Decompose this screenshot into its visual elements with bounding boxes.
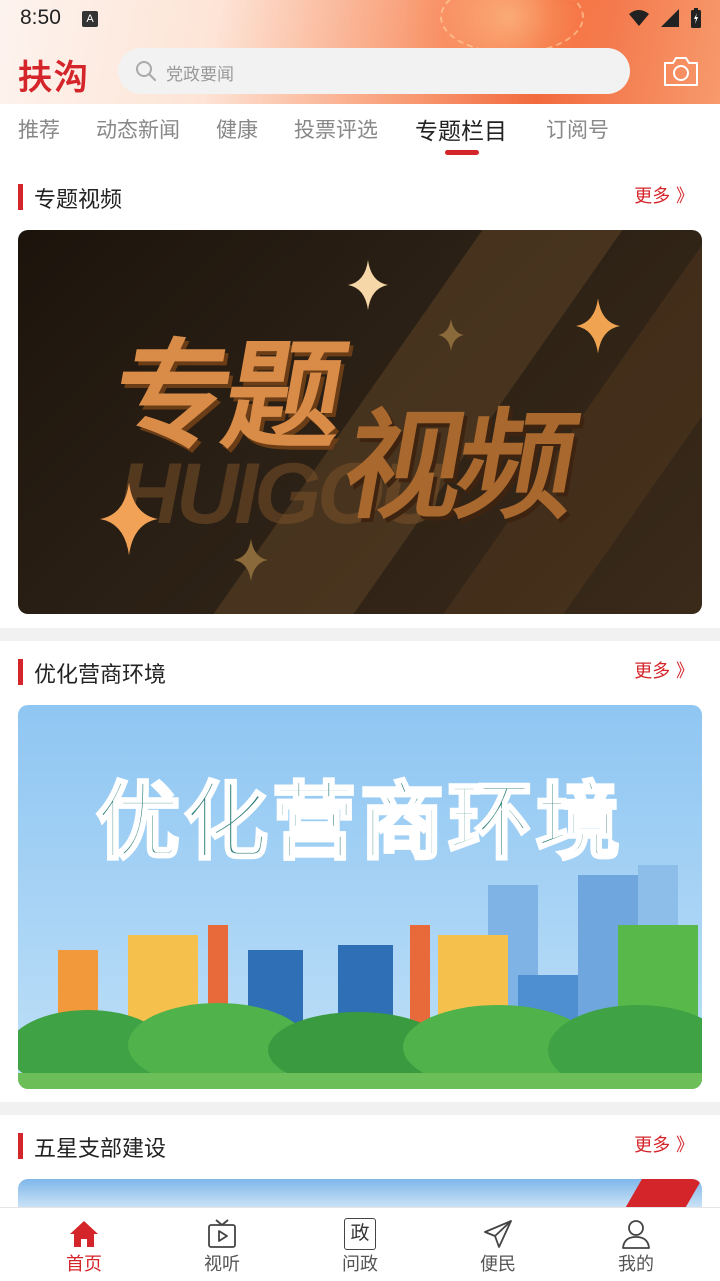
zheng-icon: 政 [344,1218,376,1250]
home-icon [70,1221,98,1247]
battery-icon [691,8,701,28]
tab-subscriptions[interactable]: 订阅号 [546,114,609,144]
tv-icon [208,1219,236,1248]
category-tabs: 推荐 动态新闻 健康 投票评选 专题栏目 订阅号 [0,104,720,167]
section-header: 五星支部建设 更多 》 [0,1115,720,1177]
tab-news[interactable]: 动态新闻 [96,114,180,144]
section-accent-bar [18,1133,23,1159]
user-icon [622,1220,650,1249]
status-time: 8:50 [20,6,61,29]
section-business-environment: 优化营商环境 更多 》 优化营商环境 [0,641,720,1102]
sparkle-icon [234,538,268,582]
notification-a-icon: A [82,11,98,27]
nav-label: 便民 [480,1254,516,1275]
nav-label: 视听 [204,1254,240,1275]
status-icons [628,7,702,29]
section-accent-bar [18,184,23,210]
banner-text-special: 专题 [101,327,351,465]
city-skyline-illustration [18,865,702,1089]
tab-special-topics[interactable]: 专题栏目 [415,112,507,146]
tab-recommend[interactable]: 推荐 [18,114,60,144]
sparkle-icon [576,298,620,354]
five-star-branch-banner[interactable] [18,1179,702,1207]
app-logo: 扶沟 [18,58,90,98]
section-special-video: 专题视频 更多 》 HUIGOU 视频 专题 [0,166,720,628]
app-header: 8:50 A 扶沟 党政要闻 [0,0,720,104]
section-header: 专题视频 更多 》 [0,166,720,228]
nav-label: 问政 [342,1254,378,1275]
sparkle-icon [100,482,158,556]
section-accent-bar [18,659,23,685]
nav-inquiry[interactable]: 政 问政 [300,1208,420,1281]
send-icon [484,1220,512,1248]
nav-label: 我的 [618,1254,654,1275]
nav-home[interactable]: 首页 [24,1208,144,1281]
sparkle-icon [348,260,388,310]
bottom-navigation: 首页 视听 政 问政 便民 我的 [0,1207,720,1281]
section-title: 专题视频 [34,188,123,213]
nav-label: 首页 [66,1254,102,1275]
tab-health[interactable]: 健康 [216,114,258,144]
banner-text-video: 视频 [333,397,583,535]
status-bar: 8:50 A [0,0,720,36]
zheng-icon-glyph: 政 [350,1222,370,1244]
search-bar[interactable]: 党政要闻 [118,48,630,94]
nav-profile[interactable]: 我的 [576,1208,696,1281]
tab-voting[interactable]: 投票评选 [294,114,378,144]
section-five-star-branch: 五星支部建设 更多 》 [0,1115,720,1207]
section-divider [0,1102,720,1116]
nav-services[interactable]: 便民 [438,1208,558,1281]
search-placeholder: 党政要闻 [166,65,234,85]
active-tab-indicator [445,150,479,155]
more-link[interactable]: 更多 》 [634,657,694,683]
special-video-banner[interactable]: HUIGOU 视频 专题 [18,230,702,614]
nav-media[interactable]: 视听 [162,1208,282,1281]
signal-icon [661,9,679,27]
more-link[interactable]: 更多 》 [634,1131,694,1157]
section-divider [0,628,720,642]
search-icon [136,61,157,82]
section-title: 优化营商环境 [34,663,167,688]
sparkle-icon [438,318,464,352]
section-title: 五星支部建设 [34,1137,167,1162]
more-link[interactable]: 更多 》 [634,182,694,208]
banner-flag-decoration [624,1179,702,1207]
section-header: 优化营商环境 更多 》 [0,641,720,703]
wifi-icon [629,10,649,26]
business-environment-banner[interactable]: 优化营商环境 [18,705,702,1089]
camera-icon[interactable] [662,54,700,88]
